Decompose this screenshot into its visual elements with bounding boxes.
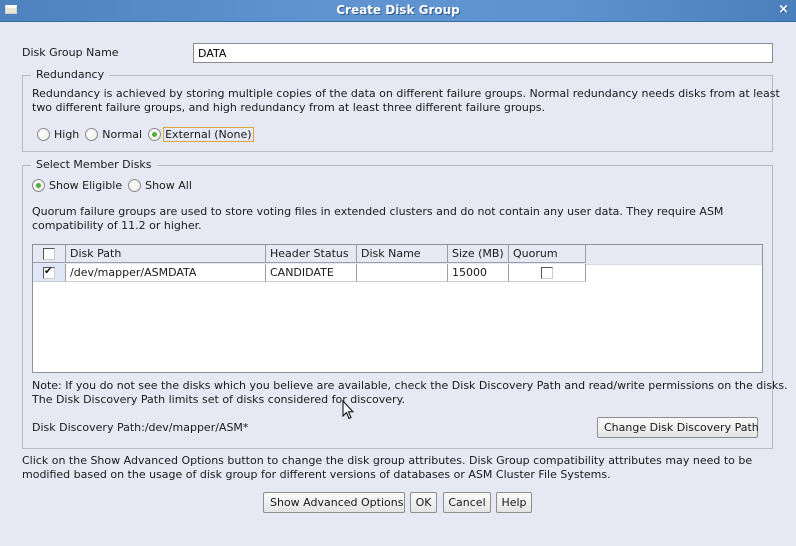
discovery-path-label: Disk Discovery Path:/dev/mapper/ASM* (32, 421, 249, 434)
mouse-cursor-icon (342, 400, 354, 420)
radio-high-label[interactable]: High (54, 128, 79, 141)
radio-show-eligible[interactable] (32, 179, 45, 192)
radio-normal-label[interactable]: Normal (102, 128, 142, 141)
disk-group-name-input[interactable] (193, 43, 773, 63)
radio-show-all-label[interactable]: Show All (145, 179, 192, 192)
row-select-checkbox[interactable] (43, 264, 55, 281)
cell-disk-path[interactable]: /dev/mapper/ASMDATA (66, 264, 266, 282)
close-icon[interactable]: × (778, 2, 789, 17)
column-header-disk-path[interactable]: Disk Path (66, 245, 266, 263)
show-advanced-options-button[interactable]: Show Advanced Options (263, 492, 405, 513)
radio-show-all[interactable] (128, 179, 142, 192)
redundancy-group-title: Redundancy (31, 68, 110, 81)
column-header-disk-name[interactable]: Disk Name (357, 245, 448, 263)
ok-button[interactable]: OK (410, 492, 437, 513)
change-discovery-path-button[interactable]: Change Disk Discovery Path (597, 417, 759, 438)
title-bar[interactable]: Create Disk Group × (0, 0, 796, 22)
select-all-checkbox[interactable] (43, 248, 55, 260)
select-all-header (33, 245, 66, 263)
advanced-note-line2: modified based on the usage of disk grou… (22, 468, 611, 481)
cell-disk-name[interactable] (357, 264, 448, 282)
radio-external[interactable] (148, 128, 162, 141)
member-disks-group-title: Select Member Disks (31, 158, 157, 171)
quorum-note-line2: compatibility of 11.2 or higher. (32, 219, 202, 232)
redundancy-description-line2: two different failure groups, and high r… (32, 101, 546, 114)
help-button[interactable]: Help (496, 492, 532, 513)
quorum-checkbox[interactable] (541, 267, 553, 279)
radio-external-label[interactable]: External (None) (163, 127, 254, 142)
redundancy-description-line1: Redundancy is achieved by storing multip… (32, 87, 780, 100)
radio-normal[interactable] (85, 128, 99, 141)
redundancy-options: High Normal External (None) (37, 127, 260, 142)
quorum-note-line1: Quorum failure groups are used to store … (32, 205, 724, 218)
table-row-select-cell (33, 264, 66, 282)
column-header-quorum[interactable]: Quorum (509, 245, 586, 263)
cell-size[interactable]: 15000 (448, 264, 509, 282)
disk-filter-options: Show Eligible Show All (32, 179, 198, 192)
cell-header-status[interactable]: CANDIDATE (266, 264, 357, 282)
cell-quorum (509, 264, 586, 282)
disk-table[interactable]: Disk Path Header Status Disk Name Size (… (32, 244, 763, 373)
radio-show-eligible-label[interactable]: Show Eligible (49, 179, 122, 192)
disk-group-name-label: Disk Group Name (22, 46, 119, 59)
advanced-note-line1: Click on the Show Advanced Options butto… (22, 454, 753, 467)
cancel-button[interactable]: Cancel (443, 492, 491, 513)
window-title: Create Disk Group (336, 3, 460, 17)
radio-high[interactable] (37, 128, 50, 141)
column-header-size[interactable]: Size (MB) (448, 245, 509, 263)
discovery-note-line1: Note: If you do not see the disks which … (32, 379, 788, 392)
column-header-header-status[interactable]: Header Status (266, 245, 357, 263)
